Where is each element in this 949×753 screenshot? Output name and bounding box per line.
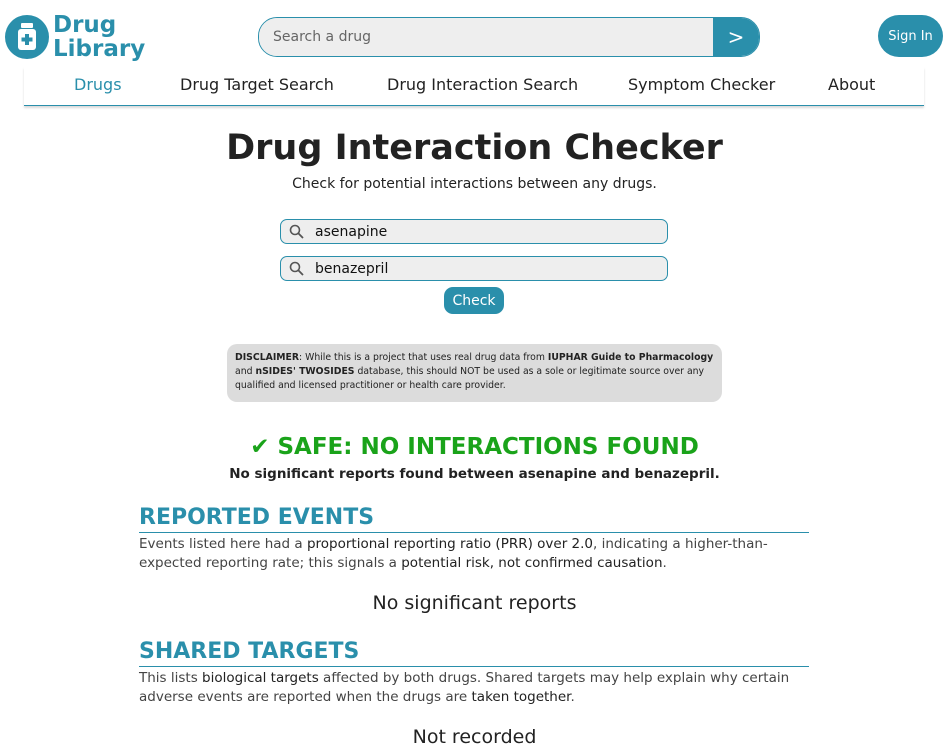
drug-1-input[interactable] [311, 223, 667, 240]
re-bold-1: proportional reporting ratio (PRR) over … [306, 536, 594, 552]
disclaimer-text-2: and [235, 366, 256, 377]
search-submit-button[interactable]: > [713, 18, 759, 56]
nav-item-symptom-checker[interactable]: Symptom Checker [628, 75, 775, 94]
drug-2-input[interactable] [311, 260, 667, 277]
re-text-3: . [662, 555, 667, 571]
disclaimer-text-1: : While this is a project that uses real… [299, 352, 548, 363]
disclaimer-source-2: nSIDES' TWOSIDES [255, 366, 355, 377]
page-subtitle: Check for potential interactions between… [292, 176, 657, 192]
nav-item-drug-interaction-search[interactable]: Drug Interaction Search [387, 75, 578, 94]
site-header: Drug Library > Sign In Drugs Drug Target… [0, 0, 949, 108]
drug-2-field [280, 256, 668, 281]
logo-line-1: Drug [53, 12, 117, 38]
drug-search-bar: > [258, 17, 760, 57]
nav-item-drugs[interactable]: Drugs [74, 75, 122, 94]
logo[interactable]: Drug Library [5, 13, 145, 61]
re-bold-2: potential risk, not confirmed causation [401, 555, 663, 571]
main-nav: Drugs Drug Target Search Drug Interactio… [24, 67, 924, 106]
page-title: Drug Interaction Checker [226, 128, 723, 168]
search-icon [281, 224, 311, 239]
re-text-1: Events listed here had a [139, 536, 307, 552]
logo-text: Drug Library [53, 13, 145, 61]
drug-1-field [280, 219, 668, 244]
reported-events-heading: REPORTED EVENTS [139, 504, 809, 533]
drug-search-input[interactable] [259, 18, 713, 56]
st-text-1: This lists [139, 670, 203, 686]
result-status: ✔ SAFE: NO INTERACTIONS FOUND [250, 434, 699, 460]
reported-events-empty: No significant reports [372, 592, 577, 614]
disclaimer-label: DISCLAIMER [235, 352, 300, 363]
shared-targets-empty: Not recorded [412, 726, 537, 748]
shared-targets-description: This lists biological targets affected b… [139, 669, 809, 707]
result-summary: No significant reports found between ase… [229, 466, 720, 482]
disclaimer-source-1: IUPHAR Guide to Pharmacology [547, 352, 714, 363]
shared-targets-heading: SHARED TARGETS [139, 638, 809, 667]
sign-in-button[interactable]: Sign In [878, 15, 943, 57]
st-bold-1: biological targets [202, 670, 319, 686]
nav-item-about[interactable]: About [828, 75, 875, 94]
disclaimer-box: DISCLAIMER: While this is a project that… [227, 344, 722, 402]
st-bold-2: taken together [471, 689, 571, 705]
nav-item-drug-target-search[interactable]: Drug Target Search [180, 75, 334, 94]
st-text-3: . [570, 689, 575, 705]
check-button[interactable]: Check [444, 287, 504, 314]
pill-bottle-icon [5, 15, 49, 59]
search-icon [281, 261, 311, 276]
logo-line-2: Library [53, 36, 146, 62]
reported-events-description: Events listed here had a proportional re… [139, 535, 809, 573]
